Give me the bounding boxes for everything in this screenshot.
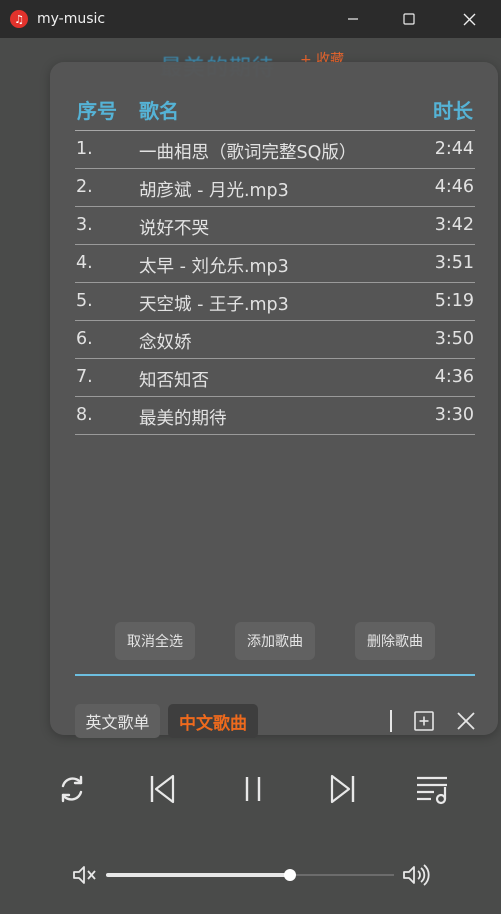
song-name: 最美的期待 bbox=[139, 409, 227, 429]
add-song-button[interactable]: 添加歌曲 bbox=[235, 622, 315, 660]
playlist-panel: 序号 歌名 时长 1. 一曲相思（歌词完整SQ版） 2:44 2. 胡彦斌 - … bbox=[50, 62, 498, 738]
header-duration: 时长 bbox=[433, 99, 473, 123]
volume-mute-icon[interactable] bbox=[72, 864, 98, 886]
deselect-all-button[interactable]: 取消全选 bbox=[115, 622, 195, 660]
song-index: 5. bbox=[76, 291, 93, 311]
music-note-icon: ♫ bbox=[10, 10, 28, 28]
header-index: 序号 bbox=[77, 99, 117, 123]
song-index: 7. bbox=[76, 367, 93, 387]
song-row[interactable]: 4. 太早 - 刘允乐.mp3 3:51 bbox=[75, 245, 475, 283]
add-playlist-icon[interactable] bbox=[412, 709, 436, 733]
song-row[interactable]: 2. 胡彦斌 - 月光.mp3 4:46 bbox=[75, 169, 475, 207]
song-duration: 4:36 bbox=[434, 367, 474, 387]
song-row[interactable]: 5. 天空城 - 王子.mp3 5:19 bbox=[75, 283, 475, 321]
song-index: 8. bbox=[76, 405, 93, 425]
song-index: 1. bbox=[76, 139, 93, 159]
song-name: 知否知否 bbox=[139, 371, 209, 391]
song-duration: 3:50 bbox=[434, 329, 474, 349]
song-row[interactable]: 3. 说好不哭 3:42 bbox=[75, 207, 475, 245]
song-row[interactable]: 7. 知否知否 4:36 bbox=[75, 359, 475, 397]
playlist-icon[interactable] bbox=[414, 772, 454, 806]
song-name: 天空城 - 王子.mp3 bbox=[139, 295, 289, 315]
previous-icon[interactable] bbox=[146, 772, 178, 806]
song-duration: 3:42 bbox=[434, 215, 474, 235]
song-name: 太早 - 刘允乐.mp3 bbox=[139, 257, 289, 277]
playlist-actions: 取消全选 添加歌曲 删除歌曲 bbox=[50, 622, 498, 662]
pause-icon[interactable] bbox=[240, 772, 266, 806]
volume-up-icon[interactable] bbox=[402, 863, 432, 887]
volume-slider-handle[interactable] bbox=[284, 869, 297, 881]
volume-fill bbox=[106, 873, 291, 877]
tab-separator bbox=[390, 710, 392, 732]
maximize-icon[interactable] bbox=[386, 0, 432, 38]
song-row[interactable]: 6. 念奴娇 3:50 bbox=[75, 321, 475, 359]
song-duration: 2:44 bbox=[434, 139, 474, 159]
minimize-icon[interactable] bbox=[330, 0, 376, 38]
song-duration: 4:46 bbox=[434, 177, 474, 197]
song-list: 1. 一曲相思（歌词完整SQ版） 2:44 2. 胡彦斌 - 月光.mp3 4:… bbox=[75, 131, 475, 435]
song-name: 一曲相思（歌词完整SQ版） bbox=[139, 143, 357, 163]
song-index: 4. bbox=[76, 253, 93, 273]
song-name: 胡彦斌 - 月光.mp3 bbox=[139, 181, 289, 201]
delete-song-button[interactable]: 删除歌曲 bbox=[355, 622, 435, 660]
title-bar: ♫ my-music bbox=[0, 0, 501, 38]
divider bbox=[75, 674, 475, 676]
close-icon[interactable] bbox=[446, 0, 492, 38]
header-name: 歌名 bbox=[139, 99, 179, 123]
song-duration: 3:51 bbox=[434, 253, 474, 273]
song-duration: 3:30 bbox=[434, 405, 474, 425]
tab-chinese-songs[interactable]: 中文歌曲 bbox=[168, 704, 258, 738]
window-title: my-music bbox=[37, 11, 106, 27]
repeat-icon[interactable] bbox=[55, 772, 89, 806]
playlist-tabs: 英文歌单 中文歌曲 bbox=[50, 702, 498, 742]
close-playlist-icon[interactable] bbox=[454, 709, 478, 733]
song-index: 2. bbox=[76, 177, 93, 197]
song-row[interactable]: 8. 最美的期待 3:30 bbox=[75, 397, 475, 435]
song-index: 3. bbox=[76, 215, 93, 235]
next-icon[interactable] bbox=[327, 772, 359, 806]
song-name: 说好不哭 bbox=[139, 219, 209, 239]
playlist-header: 序号 歌名 时长 bbox=[75, 92, 475, 131]
tab-english-playlist[interactable]: 英文歌单 bbox=[75, 704, 160, 738]
song-duration: 5:19 bbox=[434, 291, 474, 311]
song-index: 6. bbox=[76, 329, 93, 349]
song-name: 念奴娇 bbox=[139, 333, 192, 353]
song-row[interactable]: 1. 一曲相思（歌词完整SQ版） 2:44 bbox=[75, 131, 475, 169]
